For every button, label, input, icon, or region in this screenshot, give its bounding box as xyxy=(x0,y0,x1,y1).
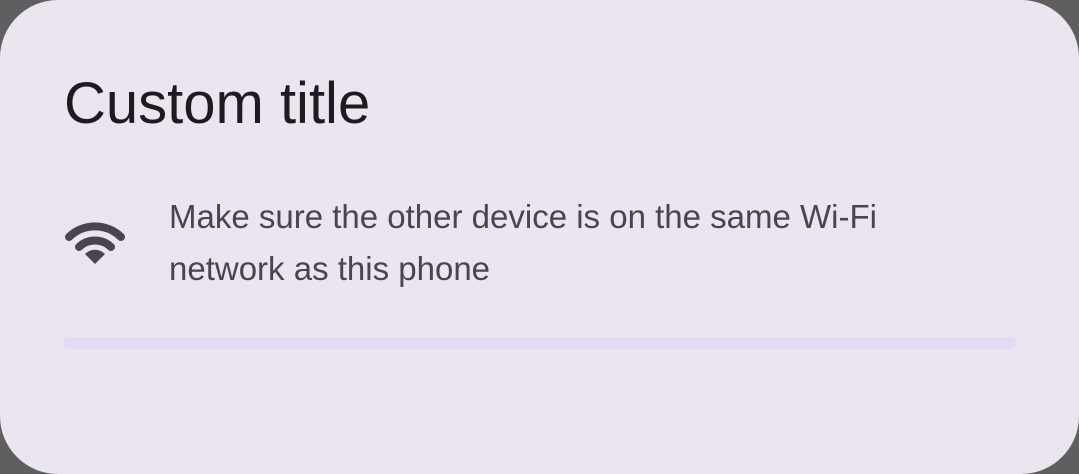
wifi-icon xyxy=(65,222,125,264)
progress-bar xyxy=(63,337,1016,349)
dialog-message: Make sure the other device is on the sam… xyxy=(169,198,877,287)
dialog: Custom title Make sure the other device … xyxy=(0,0,1079,474)
dialog-title: Custom title xyxy=(64,71,371,136)
